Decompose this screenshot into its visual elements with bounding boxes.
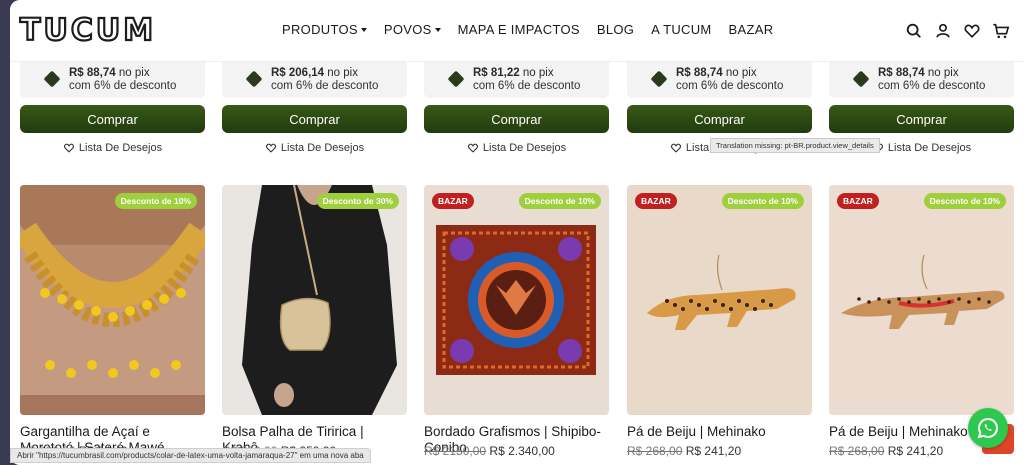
nav-blog[interactable]: BLOG (597, 22, 634, 37)
pix-price-box: R$ 81,22 no pix com 6% de desconto (424, 62, 609, 98)
pix-icon (447, 70, 465, 88)
whatsapp-button[interactable] (968, 408, 1008, 448)
product-price: R$ 2150,00 R$ 2.340,00 (424, 444, 555, 458)
store-page: TUCUM PRODUTOS POVOS MAPA E IMPACTOS BLO… (10, 0, 1024, 465)
nav-mapa-impactos[interactable]: MAPA E IMPACTOS (458, 22, 580, 37)
pix-discount-line: com 6% de desconto (676, 80, 784, 92)
pix-price-box: R$ 88,74 no pix com 6% de desconto (20, 62, 205, 98)
cart-icon[interactable] (992, 22, 1010, 40)
pix-discount-line: com 6% de desconto (878, 80, 986, 92)
pix-icon (43, 70, 61, 88)
discount-badge: Desconto de 10% (721, 193, 804, 209)
chevron-down-icon (360, 28, 367, 32)
old-price: R$ 268,00 (829, 444, 885, 458)
product-image[interactable]: BAZAR Desconto de 10% (424, 185, 609, 415)
heart-icon (467, 143, 478, 153)
pix-discount-line: com 6% de desconto (271, 80, 379, 92)
current-price: R$ 2.340,00 (489, 444, 555, 458)
tooltip: Translation missing: pt-BR.product.view_… (710, 138, 880, 153)
pix-discount-line: com 6% de desconto (69, 80, 177, 92)
nav-povos[interactable]: POVOS (384, 22, 441, 37)
user-icon[interactable] (934, 22, 952, 40)
whatsapp-icon (977, 417, 998, 439)
search-icon[interactable] (905, 22, 923, 40)
bazar-badge: BAZAR (432, 193, 474, 209)
wishlist-link[interactable]: Lista De Desejos (222, 140, 407, 156)
buy-button[interactable]: Comprar (627, 105, 812, 133)
buy-button[interactable]: Comprar (829, 105, 1014, 133)
pix-price-line: R$ 88,74 no pix (878, 67, 959, 79)
wishlist-label: Lista De Desejos (280, 142, 365, 154)
heart-icon (265, 143, 276, 153)
product-image[interactable]: Desconto de 30% (222, 185, 407, 415)
current-price: R$ 241,20 (685, 444, 742, 458)
discount-badge: Desconto de 30% (316, 193, 399, 209)
pix-price-line: R$ 81,22 no pix (473, 67, 554, 79)
discount-badge: Desconto de 10% (518, 193, 601, 209)
browser-status-bar: Abrir "https://tucumbrasil.com/products/… (10, 448, 371, 463)
product-price: R$ 268,00 R$ 241,20 (627, 444, 741, 458)
heart-icon (670, 143, 681, 153)
wishlist-label: Lista De Desejos (482, 142, 567, 154)
bazar-badge: BAZAR (837, 193, 879, 209)
old-price: R$ 268,00 (627, 444, 683, 458)
pix-price-box: R$ 88,74 no pix com 6% de desconto (829, 62, 1014, 98)
wishlist-link[interactable]: Lista De Desejos (20, 140, 205, 156)
site-header: TUCUM PRODUTOS POVOS MAPA E IMPACTOS BLO… (10, 0, 1024, 62)
pix-price-box: R$ 88,74 no pix com 6% de desconto (627, 62, 812, 98)
buy-button[interactable]: Comprar (222, 105, 407, 133)
nav-bazar[interactable]: BAZAR (729, 22, 774, 37)
product-image[interactable]: BAZAR Desconto de 10% (829, 185, 1014, 415)
heart-icon[interactable] (963, 22, 981, 40)
heart-icon (63, 143, 74, 153)
product-name[interactable]: Pá de Beiju | Mehinako (627, 424, 807, 440)
chevron-down-icon (434, 28, 441, 32)
product-price: R$ 268,00 R$ 241,20 (829, 444, 943, 458)
tucum-logo[interactable]: TUCUM (19, 14, 156, 46)
main-nav: PRODUTOS POVOS MAPA E IMPACTOS BLOG A TU… (282, 22, 773, 37)
pix-price-line: R$ 88,74 no pix (676, 67, 757, 79)
discount-badge: Desconto de 10% (923, 193, 1006, 209)
bazar-badge: BAZAR (635, 193, 677, 209)
pix-price-box: R$ 206,14 no pix com 6% de desconto (222, 62, 407, 98)
product-image[interactable]: Desconto de 10% (20, 185, 205, 415)
pix-icon (245, 70, 263, 88)
wishlist-label: Lista De Desejos (887, 142, 972, 154)
old-price: R$ 2150,00 (424, 444, 487, 458)
nav-a-tucum[interactable]: A TUCUM (651, 22, 711, 37)
discount-badge: Desconto de 10% (114, 193, 197, 209)
product-image[interactable]: BAZAR Desconto de 10% (627, 185, 812, 415)
pix-icon (650, 70, 668, 88)
header-icons (905, 22, 1010, 40)
wishlist-label: Lista De Desejos (78, 142, 163, 154)
nav-produtos[interactable]: PRODUTOS (282, 22, 367, 37)
wishlist-link[interactable]: Lista De Desejos (424, 140, 609, 156)
pix-price-line: R$ 206,14 no pix (271, 67, 358, 79)
pix-icon (852, 70, 870, 88)
pix-discount-line: com 6% de desconto (473, 80, 581, 92)
buy-button[interactable]: Comprar (424, 105, 609, 133)
buy-button[interactable]: Comprar (20, 105, 205, 133)
pix-price-line: R$ 88,74 no pix (69, 67, 150, 79)
current-price: R$ 241,20 (887, 444, 944, 458)
